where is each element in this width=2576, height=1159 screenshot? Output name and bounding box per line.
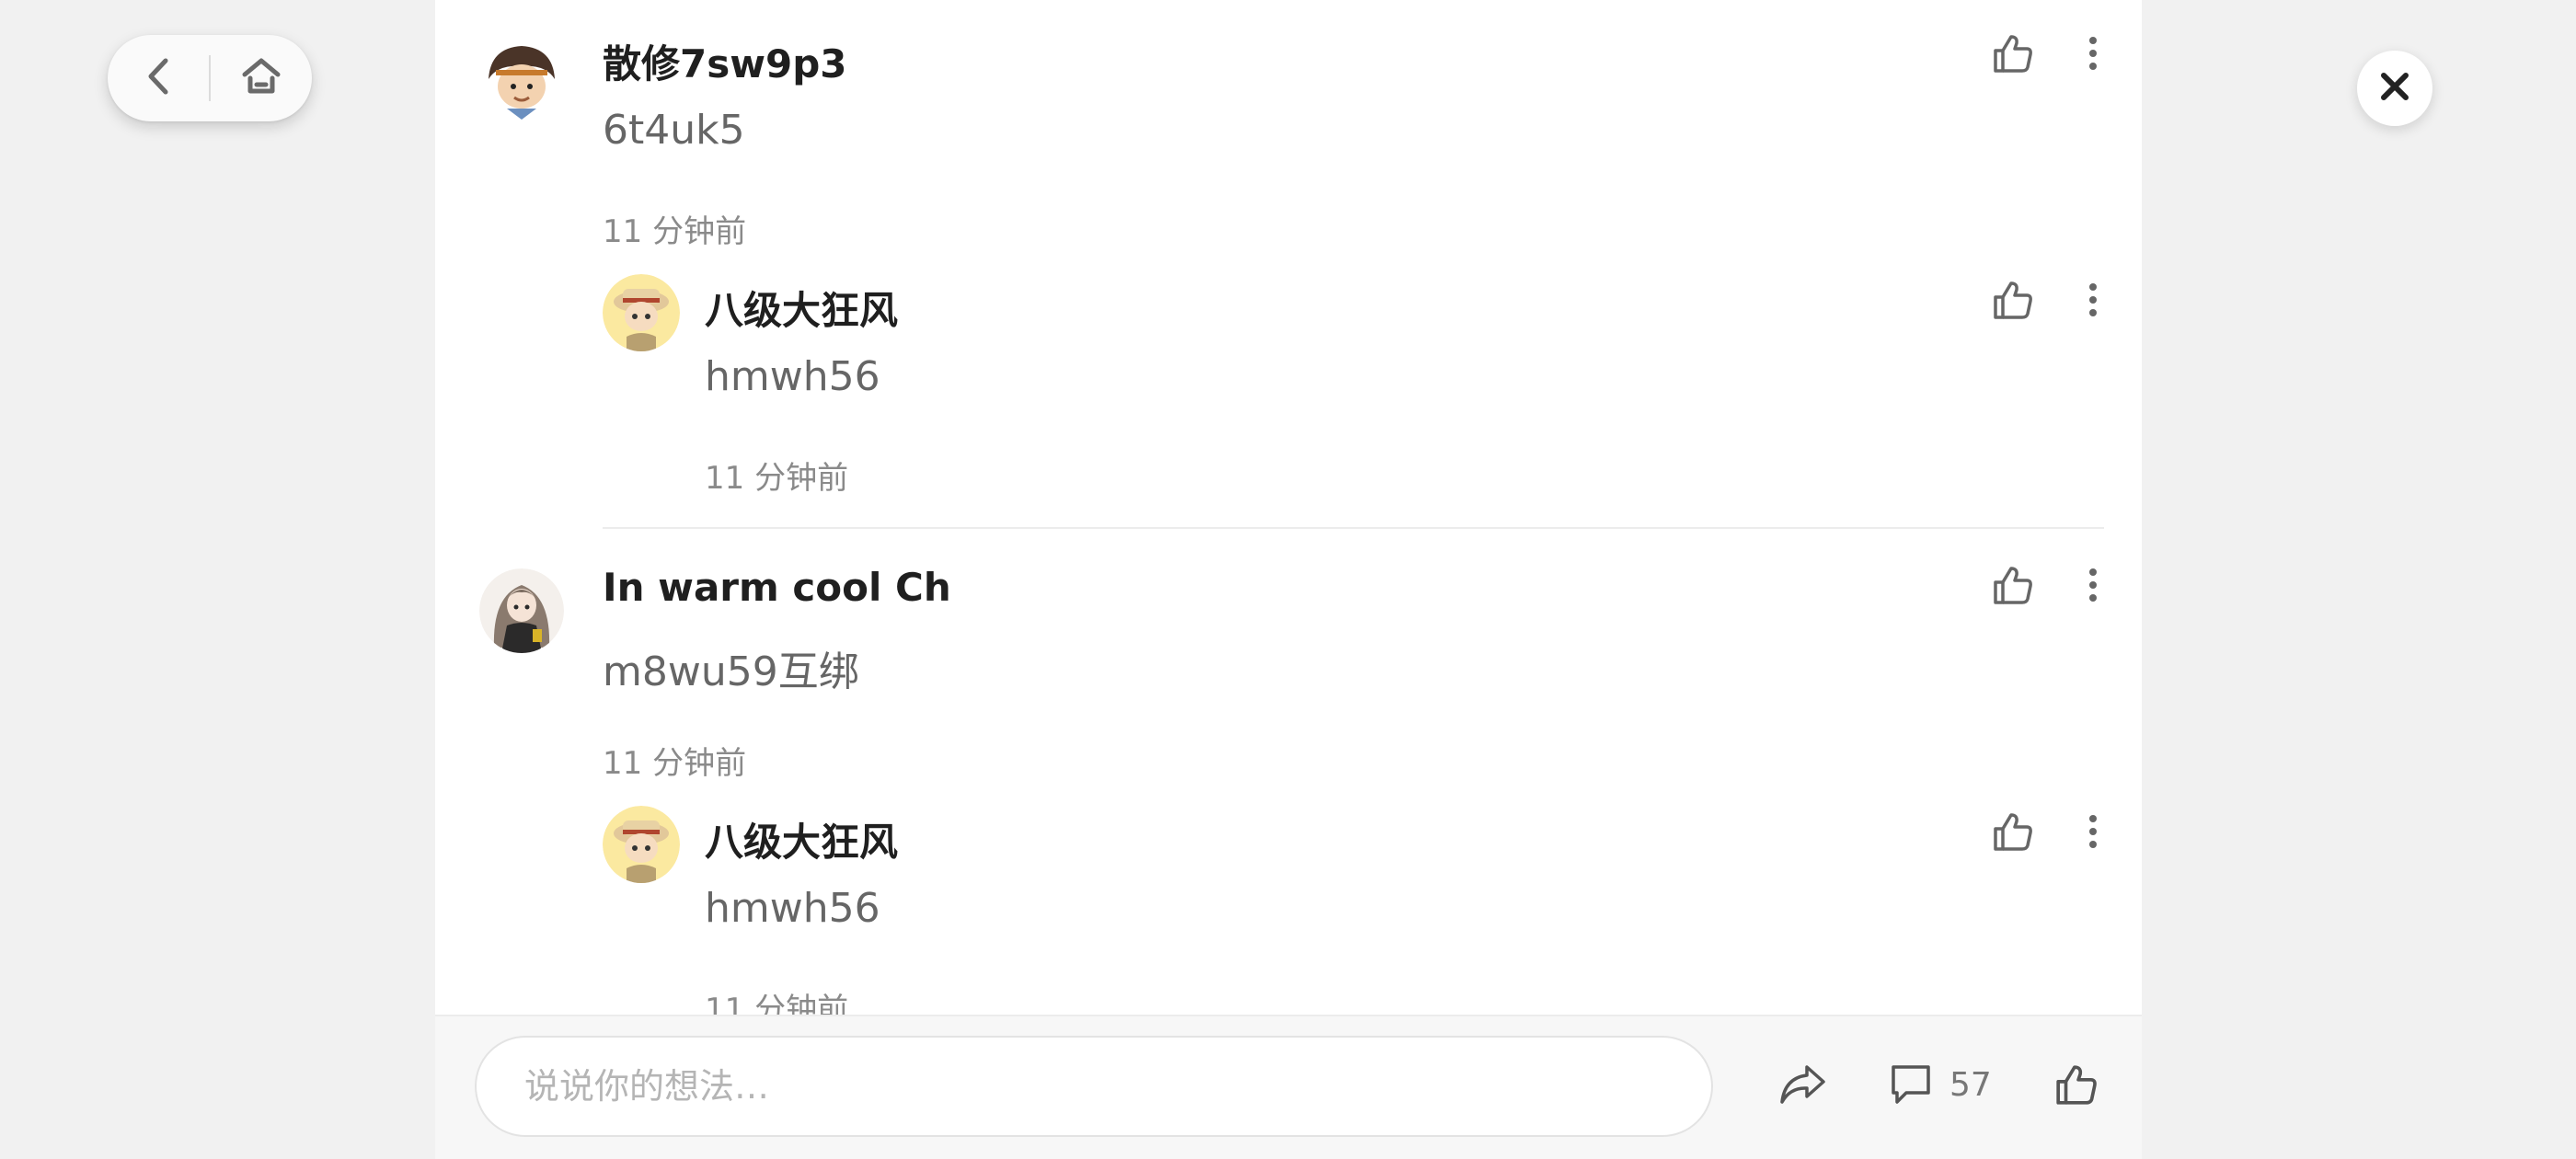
more-vertical-icon bbox=[2087, 567, 2099, 607]
home-button[interactable] bbox=[211, 35, 312, 121]
comment-count: 57 bbox=[1949, 1066, 1992, 1104]
more-options-button[interactable] bbox=[2065, 274, 2121, 329]
comment-bar: 57 bbox=[435, 1015, 2142, 1159]
nav-pill bbox=[108, 35, 312, 121]
avatar[interactable] bbox=[479, 568, 564, 653]
reply-username[interactable]: 八级大狂风 bbox=[705, 280, 898, 336]
thumbs-up-icon bbox=[1992, 810, 2034, 856]
comment-time: 11 分钟前 bbox=[603, 213, 747, 250]
home-icon bbox=[239, 54, 283, 102]
comment-icon bbox=[1888, 1061, 1934, 1111]
close-button[interactable] bbox=[2357, 51, 2432, 126]
more-options-button[interactable] bbox=[2065, 806, 2121, 861]
share-icon bbox=[1777, 1063, 1827, 1109]
more-vertical-icon bbox=[2087, 281, 2099, 322]
like-post-button[interactable] bbox=[2040, 1050, 2113, 1123]
comment-username[interactable]: 散修7sw9p3 bbox=[603, 33, 847, 89]
avatar[interactable] bbox=[603, 274, 680, 351]
like-button[interactable] bbox=[1985, 806, 2041, 861]
back-button[interactable] bbox=[108, 35, 209, 121]
comment-panel: 散修7sw9p3 6t4uk5 11 分钟前 八级大狂风 hmwh56 11 分… bbox=[435, 0, 2142, 1159]
comment-text: 6t4uk5 bbox=[603, 107, 745, 154]
comment-text: m8wu59互绑 bbox=[603, 648, 859, 695]
reply-username[interactable]: 八级大狂风 bbox=[705, 811, 898, 867]
avatar[interactable] bbox=[479, 39, 564, 123]
more-options-button[interactable] bbox=[2065, 559, 2121, 614]
thumbs-up-icon bbox=[1992, 32, 2034, 78]
reply-text: hmwh56 bbox=[705, 353, 880, 400]
close-icon bbox=[2379, 71, 2410, 106]
comment-divider bbox=[603, 527, 2104, 529]
comment-input[interactable] bbox=[475, 1036, 1713, 1137]
more-vertical-icon bbox=[2087, 813, 2099, 854]
comment-button[interactable] bbox=[1874, 1050, 1948, 1123]
avatar[interactable] bbox=[603, 806, 680, 883]
share-button[interactable] bbox=[1765, 1050, 1839, 1123]
reply-time: 11 分钟前 bbox=[705, 460, 849, 497]
thumbs-up-icon bbox=[2054, 1062, 2099, 1110]
like-button[interactable] bbox=[1985, 274, 2041, 329]
like-button[interactable] bbox=[1985, 559, 2041, 614]
comment-time: 11 分钟前 bbox=[603, 745, 747, 782]
comment-username[interactable]: In warm cool Ch bbox=[603, 565, 951, 610]
thumbs-up-icon bbox=[1992, 564, 2034, 610]
more-options-button[interactable] bbox=[2065, 28, 2121, 83]
reply-text: hmwh56 bbox=[705, 885, 880, 932]
chevron-left-icon bbox=[140, 53, 177, 103]
thumbs-up-icon bbox=[1992, 279, 2034, 325]
more-vertical-icon bbox=[2087, 35, 2099, 75]
like-button[interactable] bbox=[1985, 28, 2041, 83]
